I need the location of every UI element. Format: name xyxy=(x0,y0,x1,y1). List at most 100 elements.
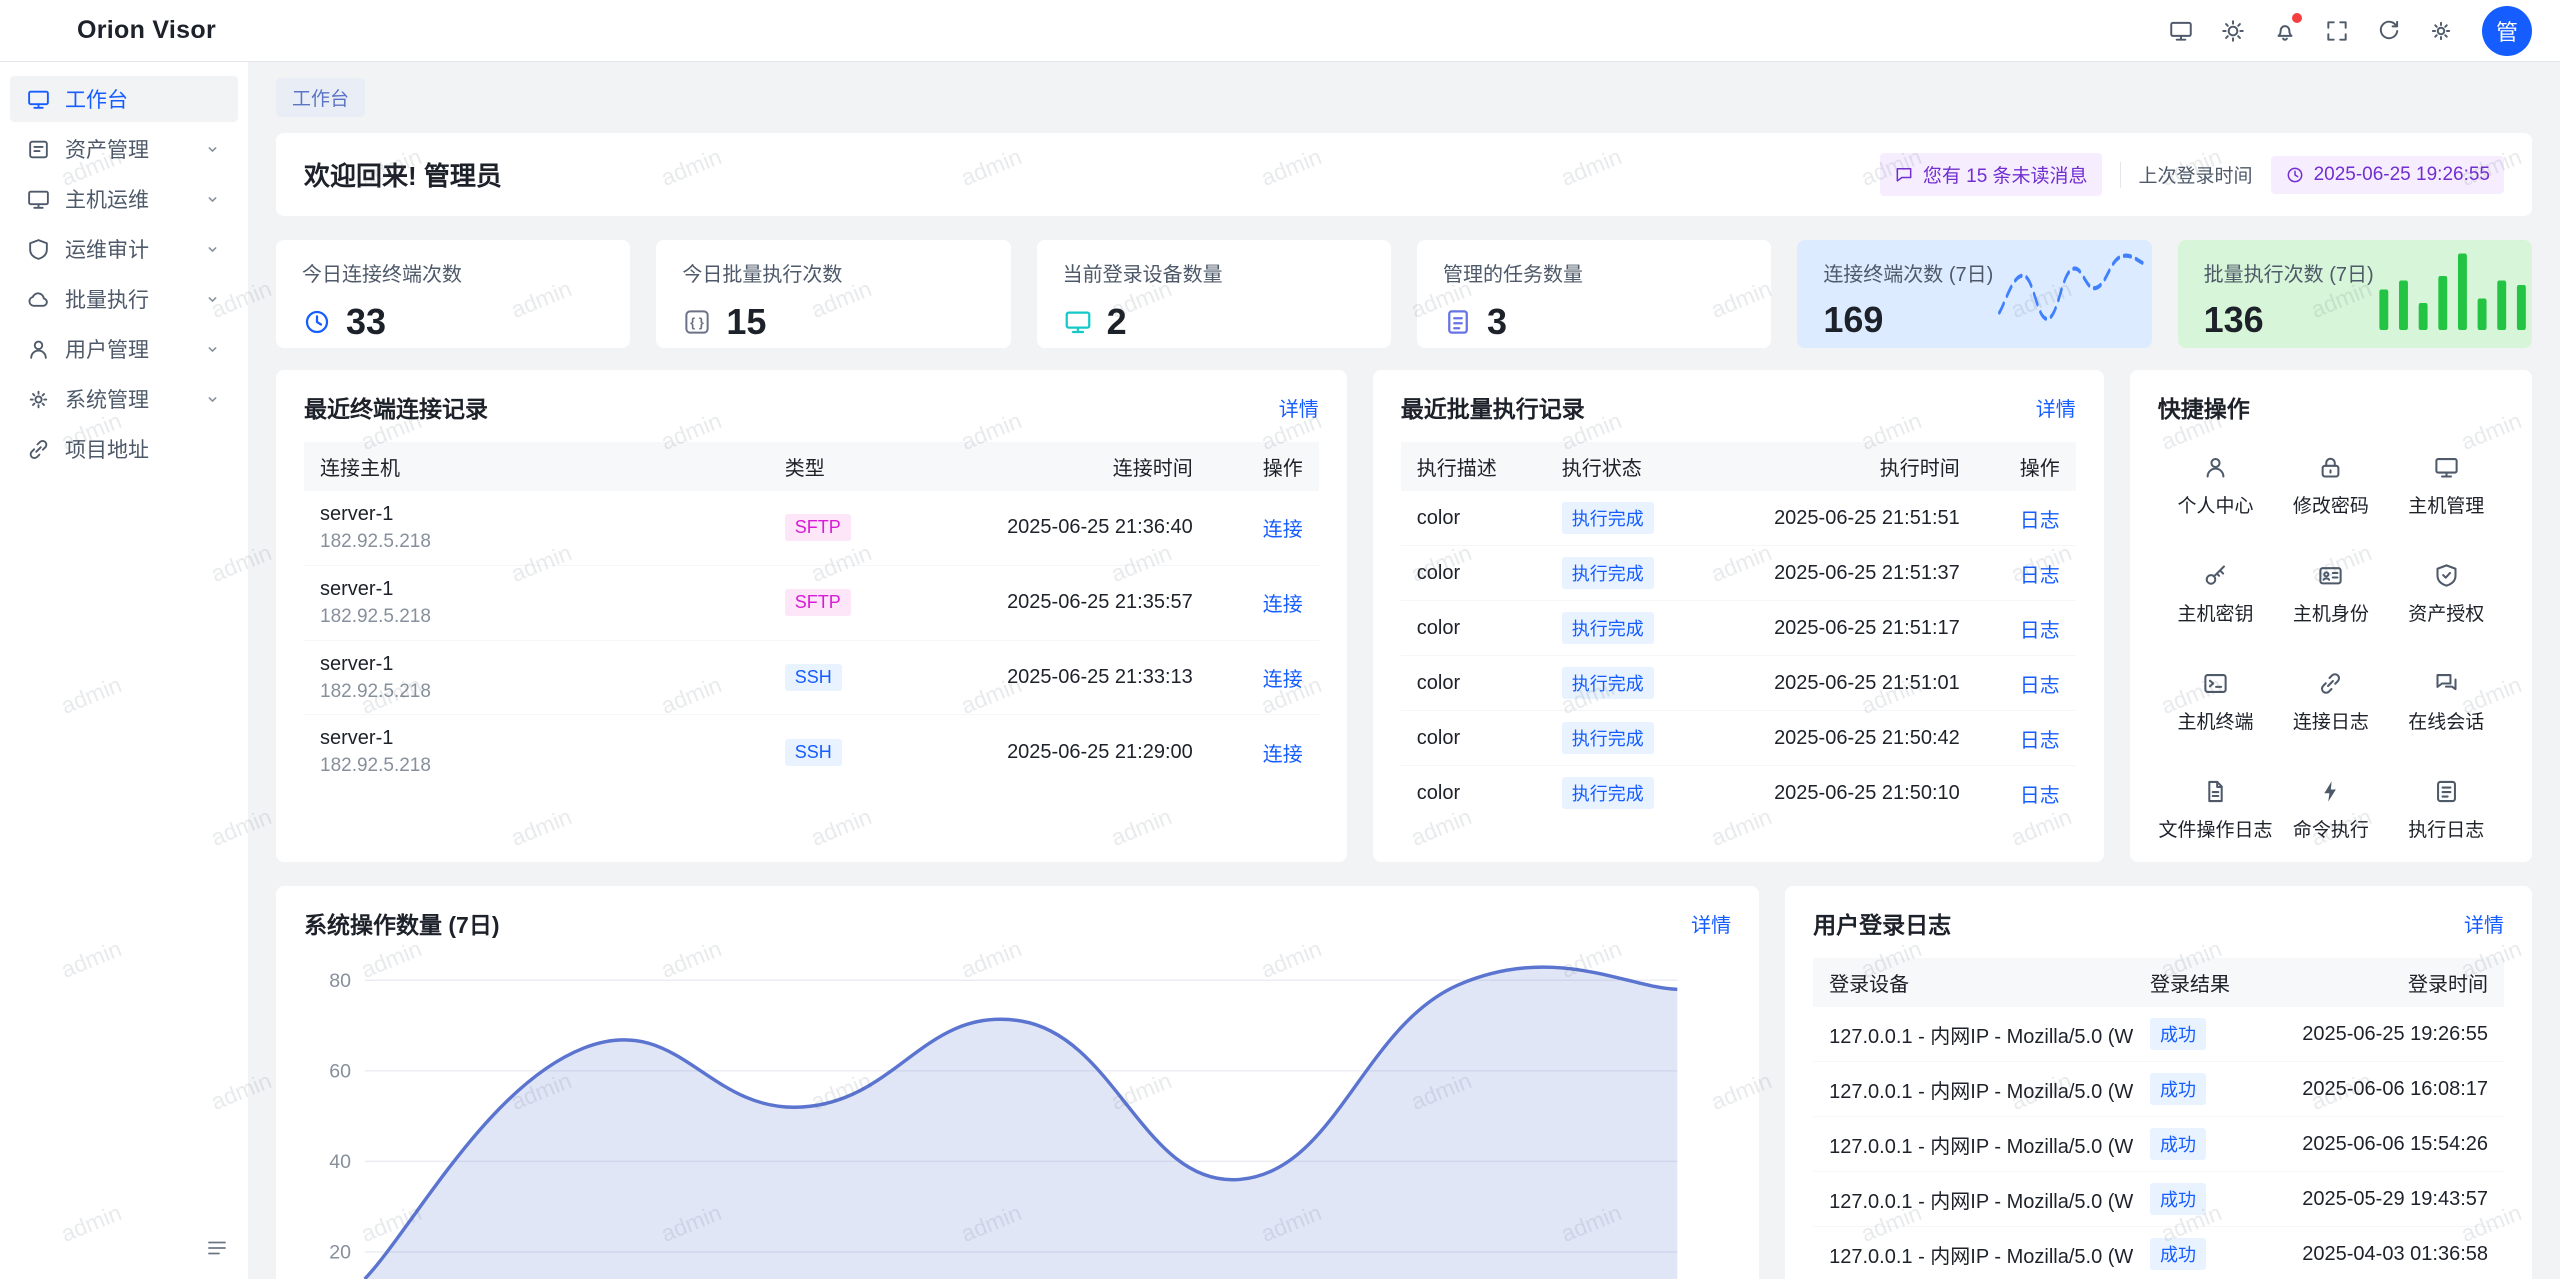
sidebar-item-audit[interactable]: 运维审计 xyxy=(10,226,238,272)
panel-title: 快捷操作 xyxy=(2158,390,2250,424)
task-doc-icon xyxy=(1443,307,1473,337)
sidebar-item-project-url[interactable]: 项目地址 xyxy=(10,426,238,472)
chat-icon xyxy=(2433,670,2460,697)
stat-label: 当前登录设备数量 xyxy=(1063,258,1365,287)
stat-value: 136 xyxy=(2204,299,2374,341)
refresh-icon xyxy=(2376,18,2402,44)
sidebar-item-system[interactable]: 系统管理 xyxy=(10,376,238,422)
sun-icon xyxy=(2220,18,2246,44)
quick-op-exec-log[interactable]: 执行日志 xyxy=(2389,778,2504,842)
quick-op-file-log[interactable]: 文件操作日志 xyxy=(2158,778,2273,842)
table-row: color 执行完成 2025-06-25 21:51:17 日志 xyxy=(1401,601,2076,656)
system-ops-detail-link[interactable]: 详情 xyxy=(1691,909,1731,938)
sidebar-item-label: 用户管理 xyxy=(65,334,149,364)
terminal-icon xyxy=(2202,670,2229,697)
quick-op-asset-auth[interactable]: 资产授权 xyxy=(2389,562,2504,626)
type-badge: SFTP xyxy=(785,514,851,541)
status-badge: 执行完成 xyxy=(1562,502,1654,534)
sidebar-item-assets[interactable]: 资产管理 xyxy=(10,126,238,172)
terminal-detail-link[interactable]: 详情 xyxy=(1279,393,1319,422)
connect-link[interactable]: 连接 xyxy=(1263,669,1303,691)
status-badge: 执行完成 xyxy=(1562,612,1654,644)
quick-op-connect-log[interactable]: 连接日志 xyxy=(2273,670,2388,734)
terminal-spark-svg xyxy=(1993,246,2150,330)
login-time: 2025-04-03 01:36:58 xyxy=(2254,1227,2504,1279)
sidebar-item-label: 批量执行 xyxy=(65,284,149,314)
unread-messages-badge[interactable]: 您有 15 条未读消息 xyxy=(1880,153,2102,196)
stat-card-terminal-7d: 连接终端次数 (7日) 169 xyxy=(1797,240,2151,348)
stat-label: 批量执行次数 (7日) xyxy=(2204,258,2374,287)
quick-op-label: 执行日志 xyxy=(2408,815,2484,842)
stat-card-login-devices: 当前登录设备数量 2 xyxy=(1037,240,1391,348)
batch-exec-table: 执行描述 执行状态 执行时间 操作 color 执行完成 2025-06-25 … xyxy=(1401,442,2076,820)
host-icon xyxy=(26,187,51,212)
svg-text:20: 20 xyxy=(329,1242,351,1264)
box-icon xyxy=(26,137,51,162)
exec-detail-link[interactable]: 详情 xyxy=(2036,393,2076,422)
user-avatar[interactable]: 管 xyxy=(2482,6,2532,56)
sidebar-collapse-button[interactable] xyxy=(200,1231,234,1265)
sidebar-item-batch-exec[interactable]: 批量执行 xyxy=(10,276,238,322)
quick-op-host-keys[interactable]: 主机密钥 xyxy=(2158,562,2273,626)
breadcrumb: 工作台 xyxy=(276,78,2532,117)
stat-label: 连接终端次数 (7日) xyxy=(1823,258,1993,287)
exec-time: 2025-06-25 21:50:10 xyxy=(1716,766,1976,821)
breadcrumb-item-workbench[interactable]: 工作台 xyxy=(276,78,365,117)
table-row: 127.0.0.1 - 内网IP - Mozilla/5.0 (Windows … xyxy=(1813,1062,2504,1117)
connect-link[interactable]: 连接 xyxy=(1263,744,1303,766)
top-actions: 管 xyxy=(2160,6,2532,56)
quick-op-change-password[interactable]: 修改密码 xyxy=(2273,454,2388,518)
stat-card-exec-7d: 批量执行次数 (7日) 136 xyxy=(2178,240,2532,348)
log-link[interactable]: 日志 xyxy=(2020,785,2060,807)
quick-op-host-terminal[interactable]: 主机终端 xyxy=(2158,670,2273,734)
login-detail-link[interactable]: 详情 xyxy=(2464,909,2504,938)
stat-label: 管理的任务数量 xyxy=(1443,258,1745,287)
status-badge: 执行完成 xyxy=(1562,777,1654,809)
login-time: 2025-06-06 16:08:17 xyxy=(2254,1062,2504,1117)
column-header: 连接时间 xyxy=(909,442,1209,491)
host-name: server-1 xyxy=(320,652,753,677)
column-header: 执行时间 xyxy=(1716,442,1976,491)
quick-op-host-identity[interactable]: 主机身份 xyxy=(2273,562,2388,626)
settings-button[interactable] xyxy=(2420,10,2462,52)
login-time: 2025-05-29 19:43:57 xyxy=(2254,1172,2504,1227)
status-badge: 执行完成 xyxy=(1562,557,1654,589)
notifications-button[interactable] xyxy=(2264,10,2306,52)
log-link[interactable]: 日志 xyxy=(2020,730,2060,752)
log-link[interactable]: 日志 xyxy=(2020,620,2060,642)
menu-fold-icon xyxy=(205,1236,229,1260)
column-header: 执行描述 xyxy=(1401,442,1546,491)
system-ops-chart-svg: 0204060802025-06-192025-06-202025-06-212… xyxy=(304,958,1731,1279)
main-content: 工作台 欢迎回来! 管理员 您有 15 条未读消息 上次登录时间 2025-06… xyxy=(248,62,2560,1279)
quick-op-profile[interactable]: 个人中心 xyxy=(2158,454,2273,518)
panel-title: 最近终端连接记录 xyxy=(304,390,488,424)
sidebar-item-host-ops[interactable]: 主机运维 xyxy=(10,176,238,222)
list-doc-icon xyxy=(2433,778,2460,805)
unread-messages-text: 您有 15 条未读消息 xyxy=(1923,161,2088,188)
quick-op-online-sessions[interactable]: 在线会话 xyxy=(2389,670,2504,734)
column-header: 操作 xyxy=(1976,442,2076,491)
fullscreen-button[interactable] xyxy=(2316,10,2358,52)
log-link[interactable]: 日志 xyxy=(2020,510,2060,532)
fullscreen-icon xyxy=(2324,18,2350,44)
quick-op-label: 主机身份 xyxy=(2293,599,2369,626)
sidebar-item-users[interactable]: 用户管理 xyxy=(10,326,238,372)
quick-op-command-exec[interactable]: 命令执行 xyxy=(2273,778,2388,842)
display-button[interactable] xyxy=(2160,10,2202,52)
log-link[interactable]: 日志 xyxy=(2020,675,2060,697)
stat-value: 169 xyxy=(1823,299,1993,341)
log-link[interactable]: 日志 xyxy=(2020,565,2060,587)
result-badge: 成功 xyxy=(2150,1073,2206,1105)
last-login-time-badge: 2025-06-25 19:26:55 xyxy=(2271,156,2504,194)
quick-op-host-management[interactable]: 主机管理 xyxy=(2389,454,2504,518)
app-logo-icon xyxy=(28,13,64,49)
theme-toggle-button[interactable] xyxy=(2212,10,2254,52)
exec-desc: color xyxy=(1401,601,1546,656)
connect-link[interactable]: 连接 xyxy=(1263,594,1303,616)
connect-link[interactable]: 连接 xyxy=(1263,519,1303,541)
sidebar-item-workbench[interactable]: 工作台 xyxy=(10,76,238,122)
refresh-button[interactable] xyxy=(2368,10,2410,52)
stat-label: 今日连接终端次数 xyxy=(302,258,604,287)
exec-desc: color xyxy=(1401,656,1546,711)
login-device: 127.0.0.1 - 内网IP - Mozilla/5.0 (Windows … xyxy=(1813,1117,2134,1172)
